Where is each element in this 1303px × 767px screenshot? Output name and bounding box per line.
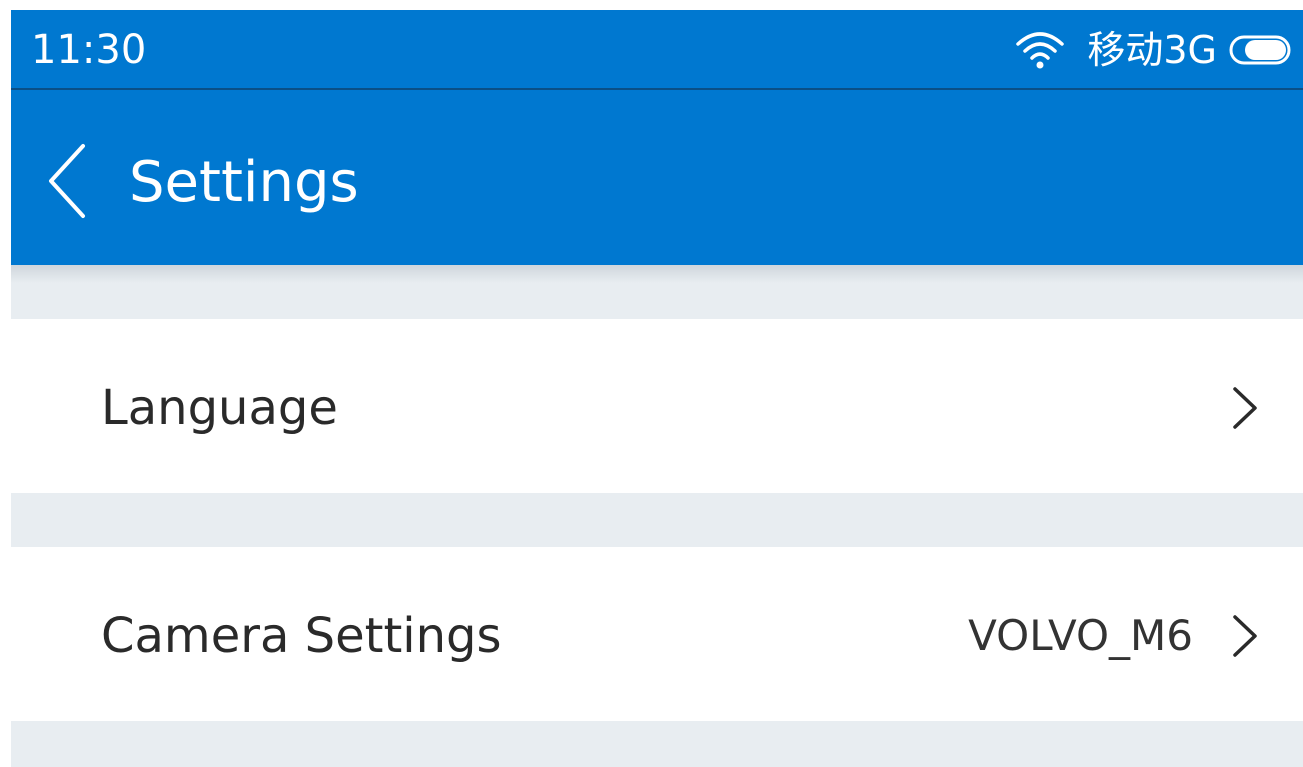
app-bar-shadow [11, 265, 1303, 283]
chevron-right-icon [1233, 615, 1257, 657]
app-frame: 11:30 移动3G Settings Language Camera Sett… [11, 10, 1303, 767]
carrier-label: 移动3G [1087, 28, 1217, 72]
app-bar: Settings [11, 90, 1303, 265]
settings-item-label: Camera Settings [101, 608, 502, 664]
status-indicators: 移动3G [1015, 24, 1291, 76]
settings-item-language[interactable]: Language [11, 319, 1303, 493]
chevron-right-icon [1233, 387, 1257, 429]
wifi-icon [1016, 32, 1065, 69]
settings-item-label: Language [101, 380, 338, 436]
page-title: Settings [129, 150, 359, 215]
status-bar: 11:30 移动3G [11, 10, 1303, 90]
back-chevron-icon[interactable] [43, 142, 91, 220]
screen: 11:30 移动3G Settings Language Camera Sett… [0, 0, 1303, 767]
settings-item-camera-settings[interactable]: Camera Settings VOLVO_M6 [11, 547, 1303, 721]
battery-icon [1229, 35, 1291, 65]
settings-item-value: VOLVO_M6 [968, 611, 1193, 660]
status-time: 11:30 [31, 27, 147, 73]
